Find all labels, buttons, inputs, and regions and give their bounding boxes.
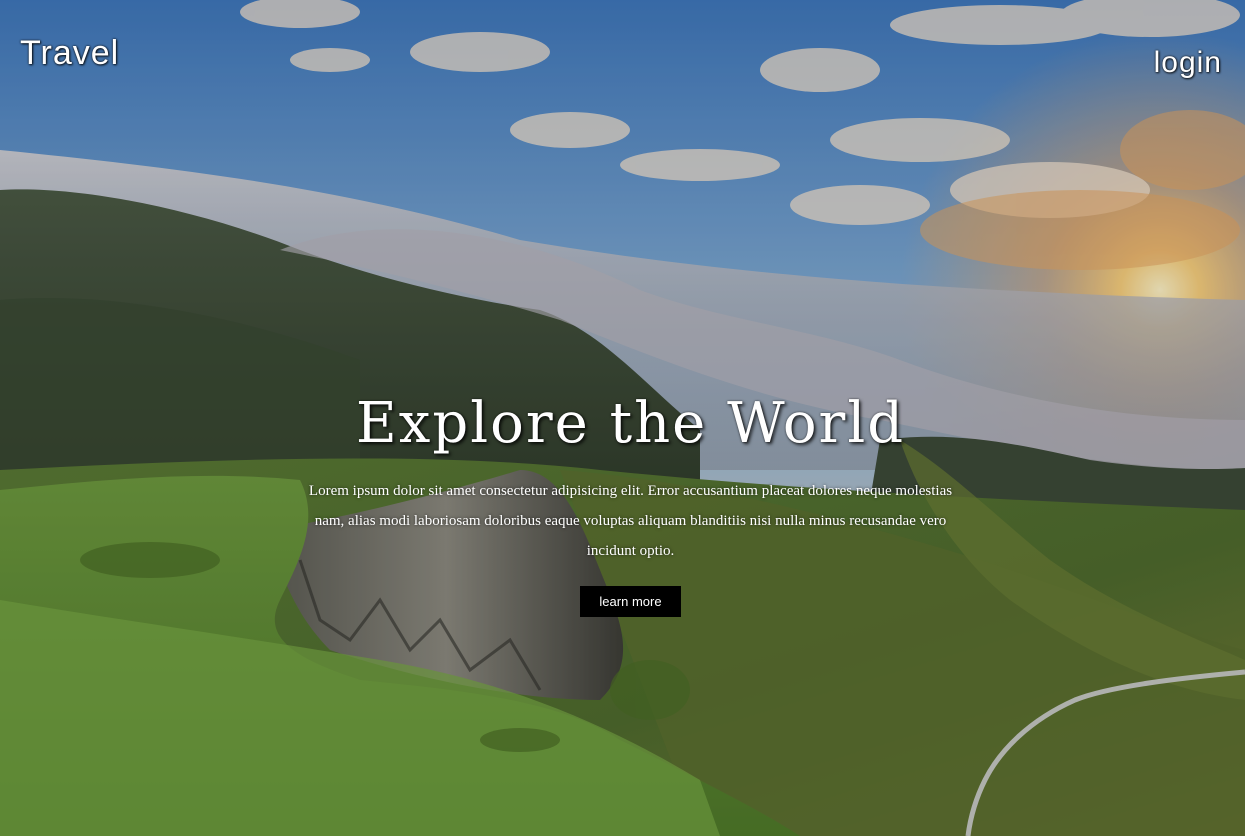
hero-content: Explore the World Lorem ipsum dolor sit … bbox=[300, 386, 961, 617]
learn-more-button[interactable]: learn more bbox=[580, 586, 681, 617]
hero-headline: Explore the World bbox=[355, 391, 906, 456]
hero-description: Lorem ipsum dolor sit amet consectetur a… bbox=[308, 483, 953, 559]
hero-section: Travel login Explore the World Lorem ips… bbox=[0, 0, 1245, 836]
login-link[interactable]: login bbox=[1154, 46, 1222, 80]
brand-logo[interactable]: Travel bbox=[20, 34, 119, 73]
